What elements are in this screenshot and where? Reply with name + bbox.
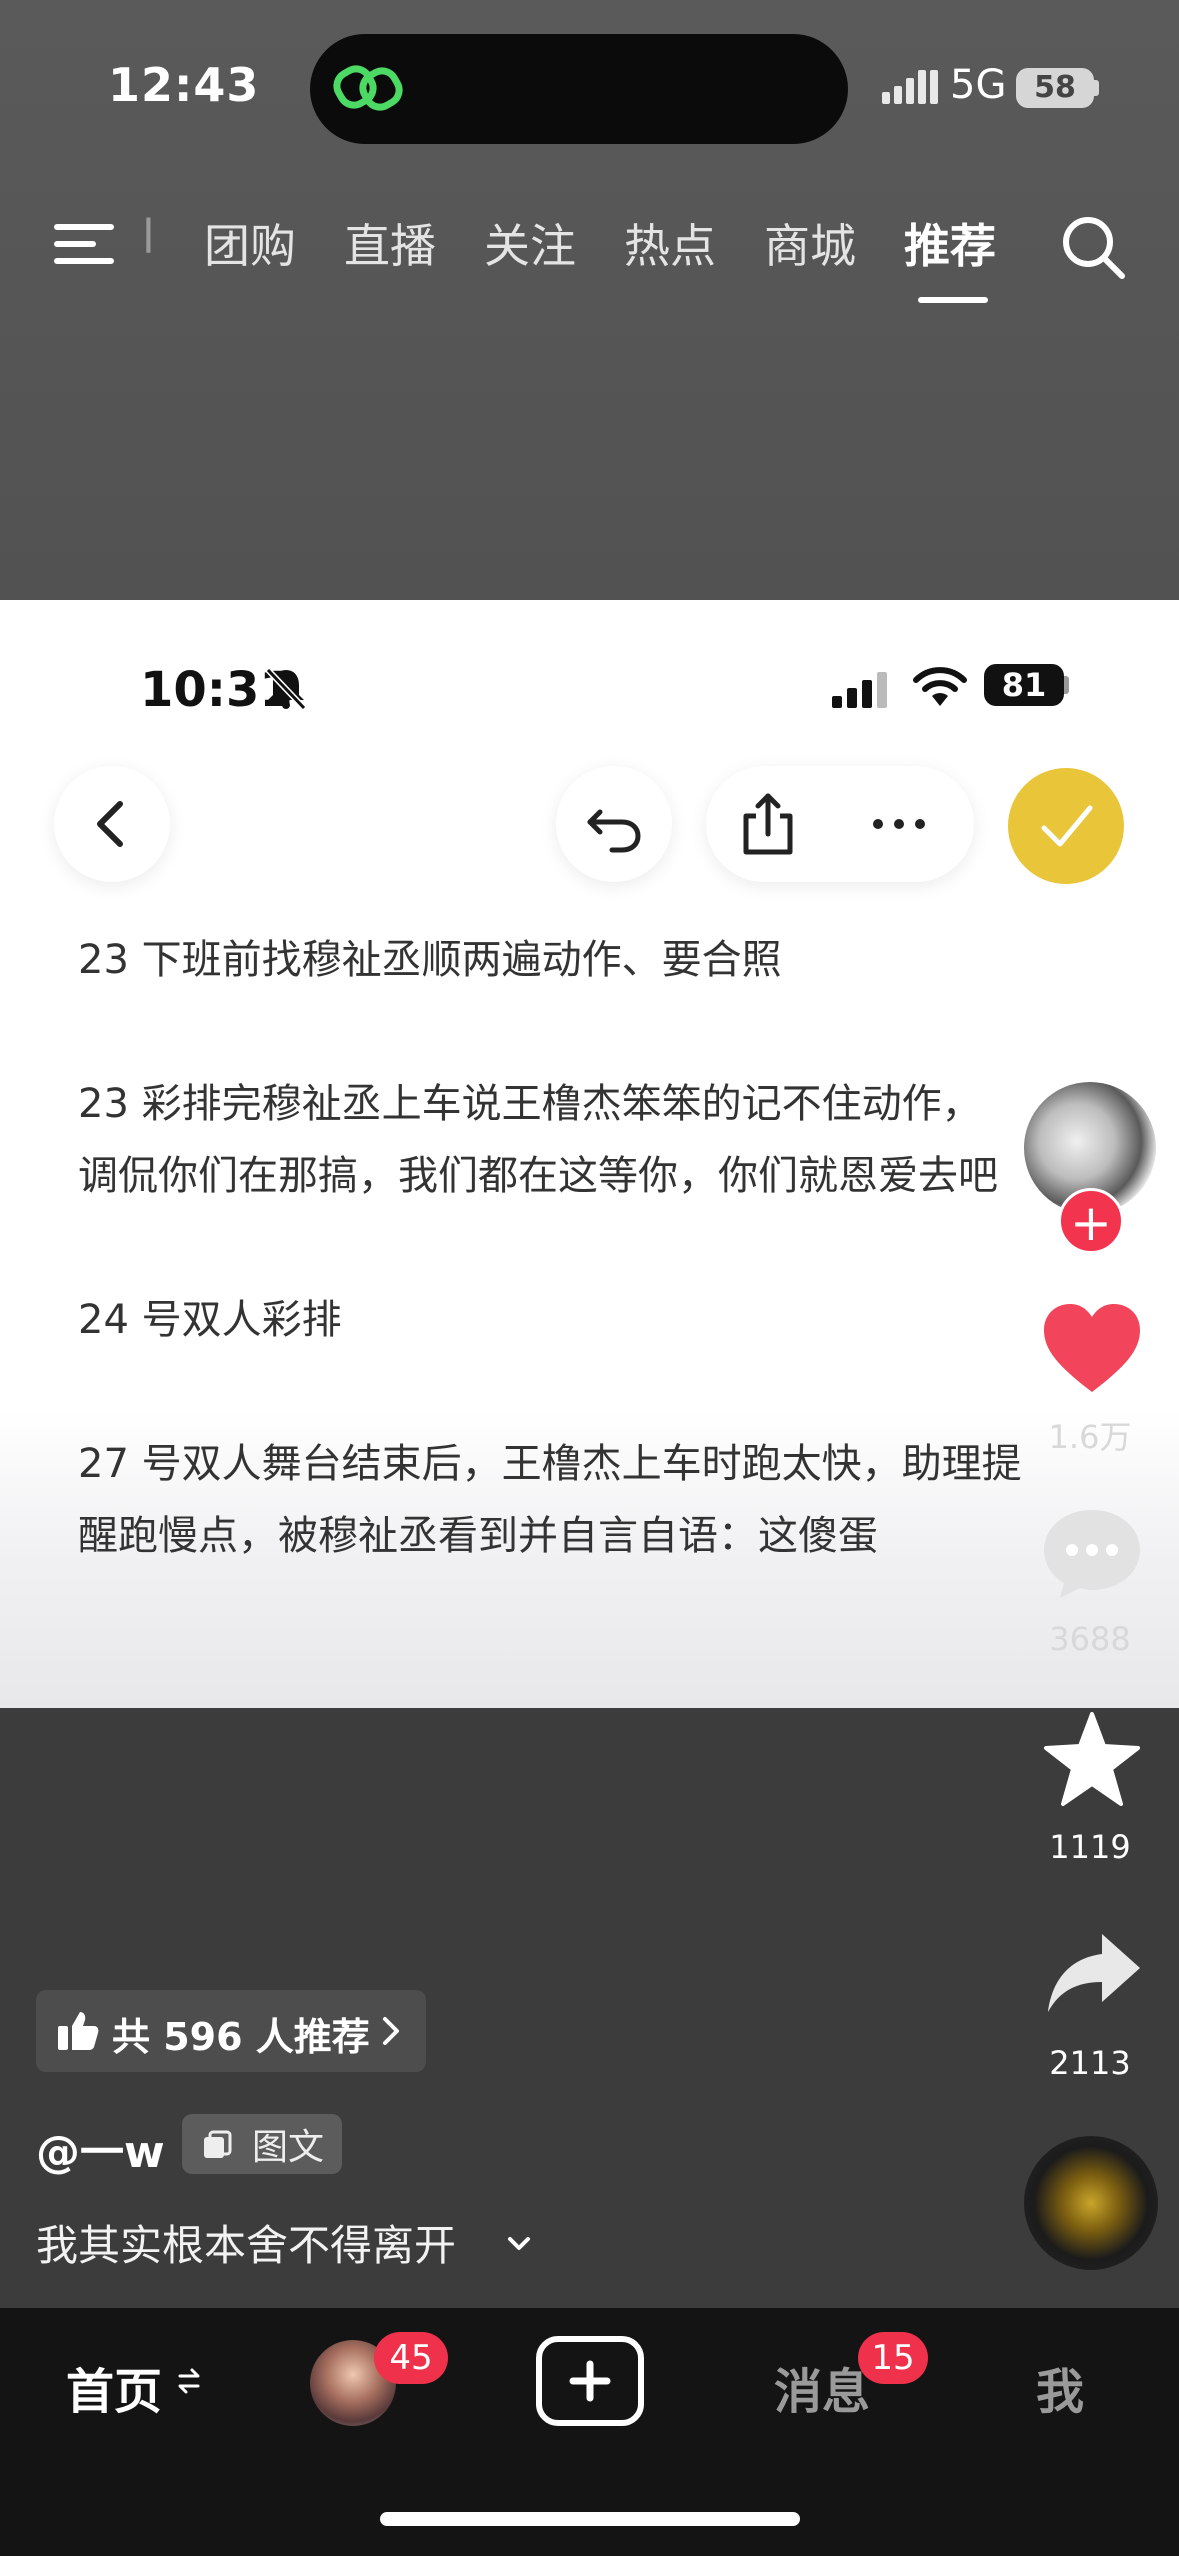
music-disc[interactable]: [1024, 2136, 1158, 2270]
comment-icon[interactable]: [1040, 1504, 1144, 1600]
wifi-icon: [913, 667, 967, 706]
friends-badge: 45: [374, 2332, 448, 2384]
battery-indicator: 58: [1016, 68, 1094, 108]
share-upload-icon[interactable]: [730, 786, 806, 862]
tab-group-buy[interactable]: 团购: [204, 210, 296, 276]
recommend-count-text: 共 596 人推荐: [112, 2015, 370, 2059]
post-type-label: 图文: [252, 2127, 325, 2168]
status-time: 12:43: [108, 58, 260, 112]
thumbs-up-icon: [58, 2012, 99, 2050]
favorite-count: 1119: [1049, 1828, 1131, 1866]
nav-messages[interactable]: 消息: [774, 2352, 870, 2422]
post-caption[interactable]: 我其实根本舍不得离开: [36, 2212, 456, 2273]
chevron-right-icon: [383, 2017, 399, 2045]
post-line-6: 醒跑慢点，被穆祉丞看到并自言自语：这傻蛋: [78, 1513, 878, 1559]
bell-muted-icon: [265, 667, 307, 711]
post-line-2: 23 彩排完穆祉丞上车说王橹杰笨笨的记不住动作，: [78, 1081, 982, 1127]
tab-following[interactable]: 关注: [484, 210, 576, 276]
post-line-3: 调侃你们在那搞，我们都在这等你，你们就恩爱去吧: [78, 1153, 998, 1199]
battery-tip: [1094, 80, 1099, 96]
nav-home[interactable]: 首页: [66, 2352, 162, 2422]
plus-icon: [569, 2360, 611, 2402]
search-icon[interactable]: [1058, 212, 1128, 282]
tab-live[interactable]: 直播: [344, 210, 436, 276]
home-indicator: [380, 2512, 800, 2526]
share-more-pill: [706, 766, 974, 882]
tab-mall[interactable]: 商城: [764, 210, 856, 276]
link-app-icon: [333, 65, 403, 111]
tab-partial[interactable]: l: [142, 210, 155, 264]
nav-me[interactable]: 我: [1036, 2352, 1084, 2422]
back-button[interactable]: [54, 766, 170, 882]
checkmark-icon: [1041, 805, 1093, 847]
inner-battery-tip: [1064, 676, 1069, 694]
create-post-button[interactable]: [536, 2336, 644, 2426]
reply-button[interactable]: [556, 766, 672, 882]
menu-icon[interactable]: [54, 220, 114, 268]
share-arrow-icon[interactable]: [1044, 1928, 1144, 2018]
reply-arrow-icon: [587, 809, 641, 853]
comment-count: 3688: [1049, 1620, 1131, 1658]
follow-plus-button[interactable]: +: [1058, 1188, 1124, 1254]
post-line-4: 24 号双人彩排: [78, 1297, 342, 1343]
post-line-1: 23 下班前找穆祉丞顺两遍动作、要合照: [78, 937, 782, 983]
chevron-down-icon[interactable]: [506, 2232, 532, 2256]
inner-signal-icon: [832, 672, 887, 708]
image-text-icon: [204, 2130, 232, 2158]
active-tab-indicator: [918, 297, 988, 303]
tab-trending[interactable]: 热点: [624, 210, 716, 276]
inner-battery: 81: [984, 664, 1064, 706]
post-line-5: 27 号双人舞台结束后，王橹杰上车时跑太快，助理提: [78, 1441, 1022, 1487]
more-dots-icon[interactable]: [864, 802, 934, 846]
network-type: 5G: [950, 62, 1007, 108]
star-icon[interactable]: [1040, 1710, 1144, 1810]
heart-icon[interactable]: [1040, 1300, 1144, 1396]
share-count: 2113: [1049, 2044, 1131, 2082]
like-count: 1.6万: [1048, 1418, 1132, 1456]
cellular-signal-icon: [882, 70, 938, 104]
chevron-left-icon: [97, 801, 123, 847]
messages-badge: 15: [858, 2332, 928, 2384]
done-button[interactable]: [1008, 768, 1124, 884]
switch-arrows-icon[interactable]: [176, 2364, 202, 2398]
author-username[interactable]: @一w: [36, 2116, 165, 2180]
tab-recommend[interactable]: 推荐: [904, 210, 996, 276]
